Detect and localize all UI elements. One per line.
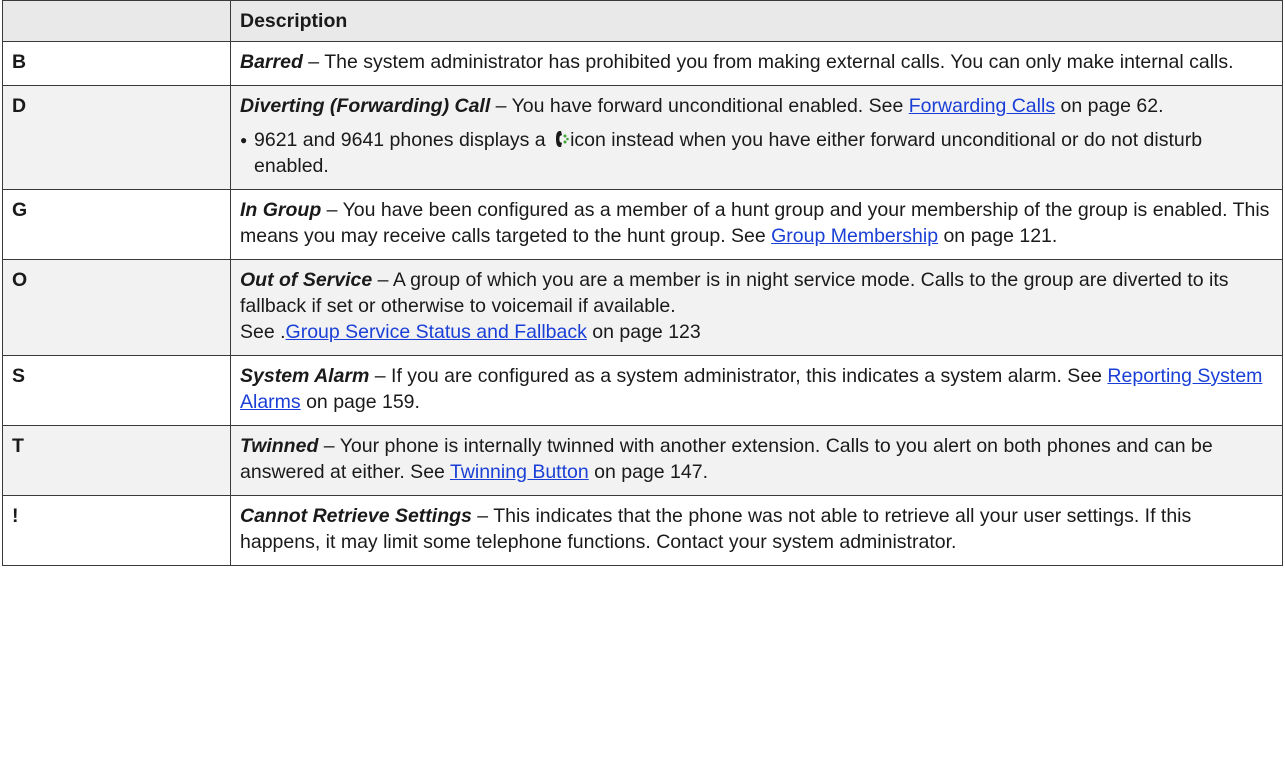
page-reference: on page 123: [586, 321, 701, 343]
status-code: G: [2, 189, 231, 260]
link-twinning-button[interactable]: Twinning Button: [450, 461, 589, 483]
description-text: – You have forward unconditional enabled…: [490, 95, 909, 117]
status-term: Cannot Retrieve Settings: [240, 505, 472, 527]
bullet-icon: ●: [240, 133, 248, 147]
status-code: !: [2, 495, 231, 566]
note-text-before: 9621 and 9641 phones displays a: [254, 129, 552, 151]
status-code: T: [2, 425, 231, 496]
table-row: G In Group – You have been configured as…: [2, 189, 1283, 260]
link-group-membership[interactable]: Group Membership: [771, 225, 938, 247]
status-term: Diverting (Forwarding) Call: [240, 95, 491, 117]
link-group-service-status[interactable]: Group Service Status and Fallback: [286, 321, 587, 343]
table-row: ! Cannot Retrieve Settings – This indica…: [2, 495, 1283, 566]
page-reference: on page 62.: [1055, 95, 1164, 117]
table-row: S System Alarm – If you are configured a…: [2, 355, 1283, 426]
phone-forward-icon: [555, 129, 569, 149]
status-code: B: [2, 41, 231, 86]
status-code: O: [2, 259, 231, 356]
table-row: B Barred – The system administrator has …: [2, 41, 1283, 86]
table-row: O Out of Service – A group of which you …: [2, 259, 1283, 356]
header-code: [2, 0, 231, 42]
description-text: – Your phone is internally twinned with …: [240, 435, 1213, 483]
link-forwarding-calls[interactable]: Forwarding Calls: [909, 95, 1055, 117]
status-description: Diverting (Forwarding) Call – You have f…: [230, 85, 1283, 190]
status-description: Cannot Retrieve Settings – This indicate…: [230, 495, 1283, 566]
page-reference: on page 147.: [588, 461, 708, 483]
table-header-row: Description: [2, 0, 1283, 42]
status-code: D: [2, 85, 231, 190]
description-text: – The system administrator has prohibite…: [302, 51, 1234, 73]
status-description: Out of Service – A group of which you ar…: [230, 259, 1283, 356]
page-reference: on page 159.: [300, 391, 420, 413]
status-term: Twinned: [240, 435, 319, 457]
status-description: In Group – You have been configured as a…: [230, 189, 1283, 260]
status-term: In Group: [240, 199, 322, 221]
page-reference: on page 121.: [938, 225, 1058, 247]
status-term: System Alarm: [240, 365, 370, 387]
description-text: – You have been configured as a member o…: [240, 199, 1270, 247]
status-term: Out of Service: [240, 269, 373, 291]
description-text: – A group of which you are a member is i…: [240, 269, 1229, 317]
status-description: Twinned – Your phone is internally twinn…: [230, 425, 1283, 496]
table-row: D Diverting (Forwarding) Call – You have…: [2, 85, 1283, 190]
status-code: S: [2, 355, 231, 426]
see-prefix: See .: [240, 321, 286, 343]
status-description: Barred – The system administrator has pr…: [230, 41, 1283, 86]
table-row: T Twinned – Your phone is internally twi…: [2, 425, 1283, 496]
status-description: System Alarm – If you are configured as …: [230, 355, 1283, 426]
status-term: Barred: [240, 51, 303, 73]
header-description: Description: [230, 0, 1283, 42]
bullet-note: ● 9621 and 9641 phones displays a icon in…: [240, 127, 1273, 179]
status-letters-table: Description B Barred – The system admini…: [2, 0, 1283, 566]
description-text: – If you are configured as a system admi…: [369, 365, 1108, 387]
